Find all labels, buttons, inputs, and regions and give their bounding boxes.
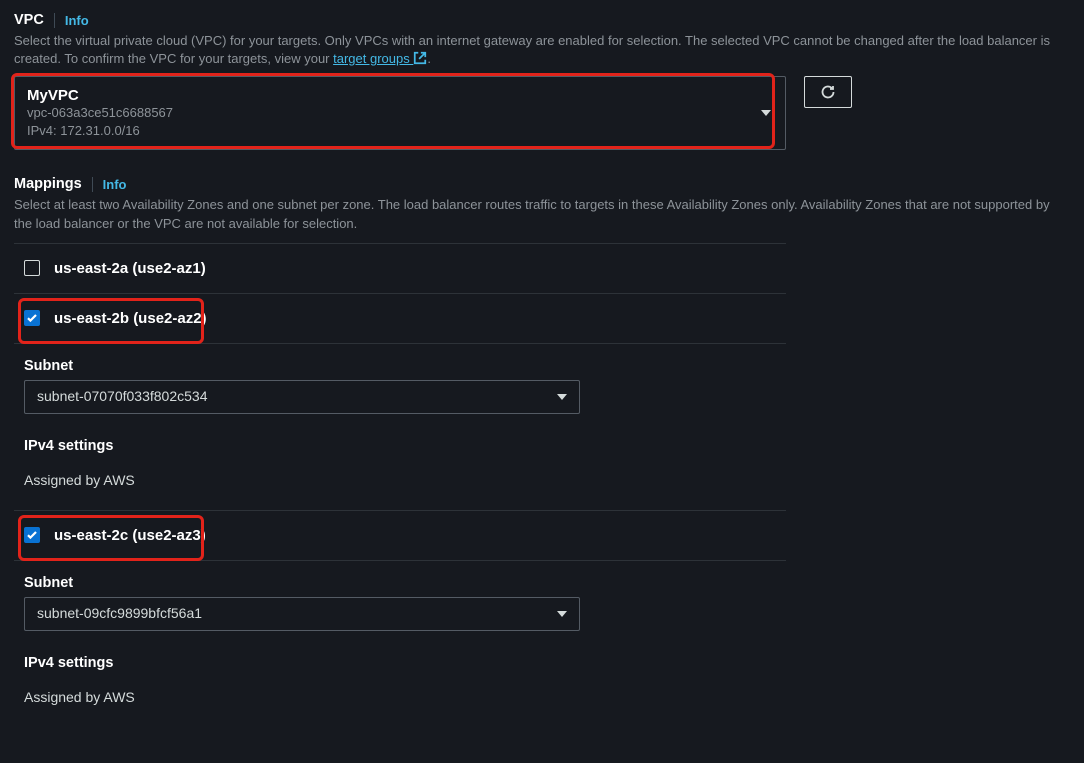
target-groups-link[interactable]: target groups [333,51,427,66]
mappings-info-link[interactable]: Info [103,177,127,192]
chevron-down-icon [557,611,567,617]
refresh-button[interactable] [804,76,852,108]
vpc-dropdown[interactable]: MyVPC vpc-063a3ce51c6688567 IPv4: 172.31… [14,76,786,150]
ipv4-settings-label: IPv4 settings [24,655,786,671]
check-icon [26,529,38,541]
az-label: us-east-2b (use2-az2) [54,310,207,327]
external-link-icon [413,51,427,65]
subnet-label: Subnet [24,575,786,591]
az-label: us-east-2a (use2-az1) [54,260,206,277]
mappings-section-title: Mappings [14,176,82,192]
mappings-description: Select at least two Availability Zones a… [14,196,1070,232]
divider [54,13,55,28]
chevron-down-icon [761,110,771,116]
ipv4-settings-label: IPv4 settings [24,438,786,454]
az-label: us-east-2c (use2-az3) [54,527,206,544]
refresh-icon [820,84,836,100]
subnet-label: Subnet [24,358,786,374]
subnet-value: subnet-09cfc9899bfcf56a1 [37,605,202,621]
vpc-selected-cidr: IPv4: 172.31.0.0/16 [27,122,747,140]
ipv4-settings-value: Assigned by AWS [24,472,786,488]
checkbox-us-east-2c[interactable] [24,527,40,543]
divider [92,177,93,192]
subnet-dropdown-b[interactable]: subnet-07070f033f802c534 [24,380,580,414]
az-detail-us-east-2b: Subnet subnet-07070f033f802c534 IPv4 set… [14,344,786,510]
vpc-description: Select the virtual private cloud (VPC) f… [14,32,1070,68]
chevron-down-icon [557,394,567,400]
subnet-dropdown-c[interactable]: subnet-09cfc9899bfcf56a1 [24,597,580,631]
az-row-us-east-2a[interactable]: us-east-2a (use2-az1) [14,243,786,293]
vpc-selected-name: MyVPC [27,87,747,104]
checkbox-us-east-2b[interactable] [24,310,40,326]
vpc-section-title: VPC [14,12,44,28]
vpc-info-link[interactable]: Info [65,13,89,28]
subnet-value: subnet-07070f033f802c534 [37,388,207,404]
ipv4-settings-value: Assigned by AWS [24,689,786,705]
vpc-selected-id: vpc-063a3ce51c6688567 [27,104,747,122]
az-row-us-east-2c[interactable]: us-east-2c (use2-az3) [14,510,786,560]
az-row-us-east-2b[interactable]: us-east-2b (use2-az2) [14,293,786,343]
check-icon [26,312,38,324]
az-detail-us-east-2c: Subnet subnet-09cfc9899bfcf56a1 IPv4 set… [14,561,786,727]
checkbox-us-east-2a[interactable] [24,260,40,276]
